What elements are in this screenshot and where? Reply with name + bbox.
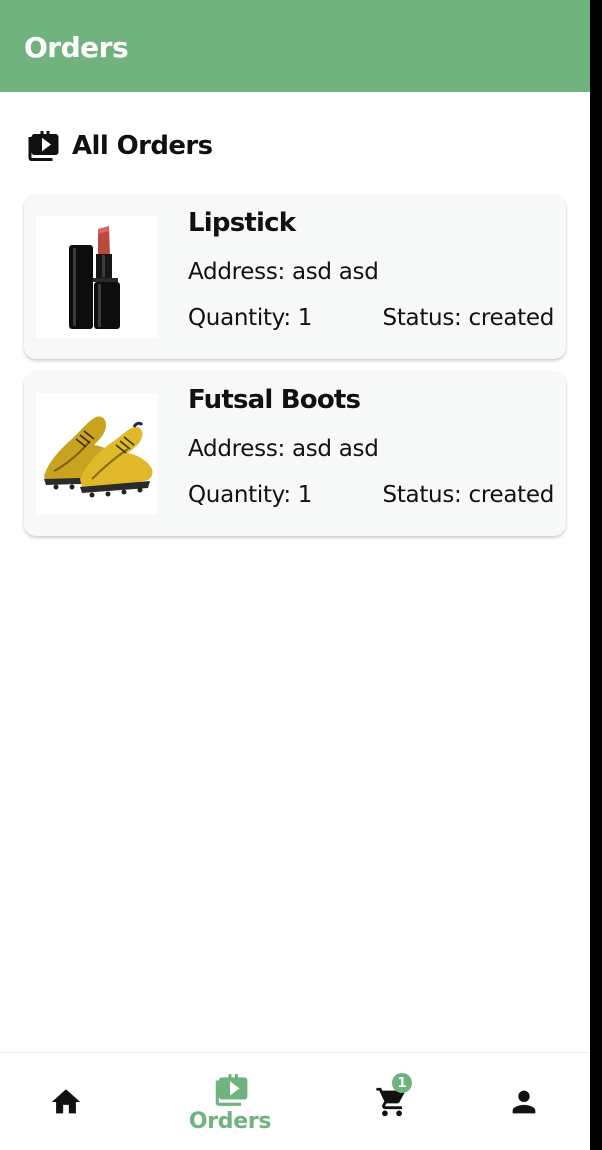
orders-bag-svg [28, 131, 59, 161]
orders-icon [211, 1071, 249, 1109]
all-orders-header: All Orders [24, 128, 213, 164]
home-icon-svg [51, 1089, 81, 1114]
order-address: Address: asd asd [188, 259, 379, 285]
cart-badge: 1 [392, 1073, 412, 1093]
bottom-navigation: Orders 1 [0, 1052, 590, 1150]
futsal-boots-image-svg [36, 393, 158, 515]
home-icon [49, 1085, 83, 1119]
orders-bag-icon [24, 128, 60, 164]
nav-orders-label: Orders [188, 1108, 272, 1134]
order-title: Lipstick [188, 208, 296, 238]
order-card[interactable]: Futsal Boots Address: asd asd Quantity: … [24, 372, 566, 536]
person-icon [507, 1085, 541, 1119]
nav-profile[interactable] [482, 1053, 566, 1150]
nav-home[interactable] [24, 1053, 108, 1150]
app-bar: Orders [0, 0, 590, 92]
person-icon-svg [512, 1090, 536, 1114]
section-title: All Orders [72, 131, 213, 161]
order-quantity: Quantity: 1 [188, 305, 313, 331]
lipstick-image [36, 216, 158, 338]
lipstick-image-svg [36, 216, 158, 338]
nav-cart[interactable]: 1 [350, 1053, 434, 1150]
orders-icon-svg [215, 1073, 248, 1106]
order-status: Status: created [382, 305, 555, 331]
nav-orders[interactable]: Orders [170, 1053, 290, 1150]
order-card[interactable]: Lipstick Address: asd asd Quantity: 1 St… [24, 195, 566, 359]
order-status: Status: created [382, 482, 555, 508]
page-title: Orders [24, 31, 129, 64]
order-quantity: Quantity: 1 [188, 482, 313, 508]
orders-screen: Orders All Orders Lipstick Address: asd … [0, 0, 590, 1150]
order-title: Futsal Boots [188, 385, 361, 415]
futsal-boots-image [36, 393, 158, 515]
order-address: Address: asd asd [188, 436, 379, 462]
